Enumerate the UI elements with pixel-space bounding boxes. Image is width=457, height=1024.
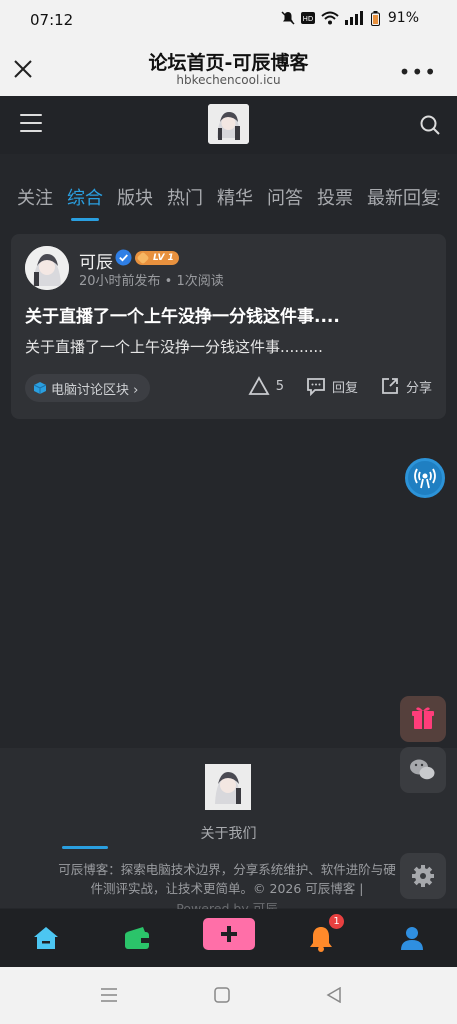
profile-tab[interactable]: [397, 923, 427, 953]
gear-icon: [412, 865, 434, 887]
back-icon[interactable]: [326, 987, 342, 1003]
tabs-more-button[interactable]: :: [436, 188, 441, 204]
comment-icon: [307, 378, 325, 396]
like-button[interactable]: 5: [248, 376, 284, 396]
float-wechat-button[interactable]: [400, 747, 446, 793]
gift-icon: [412, 707, 434, 729]
cube-icon: [33, 382, 47, 394]
tab-follow[interactable]: 关注: [17, 184, 53, 210]
verified-icon: [115, 249, 132, 266]
like-count: 5: [275, 378, 284, 394]
menu-icon[interactable]: [20, 114, 42, 134]
battery-icon: [370, 10, 380, 26]
tab-general-label: 综合: [67, 188, 103, 209]
recent-apps-icon[interactable]: [100, 987, 118, 1003]
wallet-icon: [125, 927, 149, 949]
post-actions: 5 回复 分享: [248, 376, 432, 396]
float-gift-button[interactable]: [400, 696, 446, 742]
site-footer: 关于我们 可辰博客：探索电脑技术边界，分享系统维护、软件进阶与硬件测评实战，让技…: [0, 748, 457, 916]
category-tabs: 关注 综合 版块 热门 精华 问答 投票 最新回复: [17, 184, 453, 221]
avatar[interactable]: [25, 246, 69, 290]
browser-header: 论坛首页-可辰博客 hbkechencool.icu •••: [0, 40, 457, 96]
footer-logo: [205, 764, 251, 810]
wifi-icon: [321, 11, 339, 25]
site-content: 关注 综合 版块 热门 精华 问答 投票 最新回复 : 可辰 LV 1 20小时…: [0, 96, 457, 967]
category-label: 电脑讨论区块 ›: [51, 382, 139, 398]
post-title[interactable]: 关于直播了一个上午没挣一分钱这件事....: [25, 302, 340, 327]
about-us-link[interactable]: 关于我们: [0, 823, 457, 843]
triangle-icon: [248, 376, 270, 395]
page-title: 论坛首页-可辰博客: [148, 52, 309, 74]
system-nav-bar: [0, 967, 457, 1024]
author-avatar-icon: [25, 246, 69, 290]
tab-qa[interactable]: 问答: [267, 184, 303, 210]
footer-logo-icon: [205, 764, 251, 810]
tab-featured[interactable]: 精华: [217, 184, 253, 210]
post-excerpt[interactable]: 关于直播了一个上午没挣一分钱这件事.........: [25, 336, 323, 357]
page-url: hbkechencool.icu: [176, 73, 281, 87]
search-icon[interactable]: [419, 114, 441, 136]
home-nav-icon[interactable]: [214, 987, 230, 1003]
add-post-button[interactable]: [203, 918, 255, 950]
status-bar: 07:12 HD 91%: [0, 0, 457, 40]
share-button[interactable]: 分享: [380, 376, 432, 396]
post-meta: 20小时前发布 • 1次阅读: [79, 274, 224, 289]
signal-icon: [344, 11, 363, 25]
home-icon: [34, 927, 58, 949]
home-tab[interactable]: [31, 923, 61, 953]
level-text: LV 1: [153, 253, 174, 263]
bottom-tabbar: 1: [0, 909, 457, 967]
post-card[interactable]: 可辰 LV 1 20小时前发布 • 1次阅读 关于直播了一个上午没挣一分钱这件事…: [11, 234, 446, 419]
add-icon: [203, 918, 255, 950]
share-label: 分享: [405, 380, 432, 396]
wallet-tab[interactable]: [122, 923, 152, 953]
float-settings-button[interactable]: [400, 853, 446, 899]
float-broadcast-button[interactable]: [405, 458, 445, 498]
logo-avatar-icon: [208, 104, 249, 144]
gem-icon: [136, 251, 150, 265]
battery-level: 91%: [387, 10, 419, 26]
notification-badge: 1: [329, 914, 344, 929]
mute-icon: [281, 11, 295, 25]
tab-active-indicator: [71, 218, 99, 221]
footer-accent-line: [62, 846, 108, 849]
site-header: [0, 96, 457, 154]
status-time: 07:12: [30, 11, 74, 29]
user-icon: [401, 927, 423, 950]
wechat-icon: [410, 759, 435, 780]
site-logo[interactable]: [208, 104, 249, 144]
hd-icon: HD: [300, 12, 315, 24]
broadcast-icon: [414, 468, 436, 489]
tab-general[interactable]: 综合: [67, 184, 103, 221]
status-icons: HD 91%: [281, 10, 419, 26]
tab-hot[interactable]: 热门: [167, 184, 203, 210]
level-badge: LV 1: [135, 251, 179, 265]
svg-text:HD: HD: [303, 15, 314, 23]
reply-label: 回复: [331, 380, 358, 396]
category-tag[interactable]: 电脑讨论区块 ›: [25, 374, 151, 402]
tab-latest-reply[interactable]: 最新回复: [367, 184, 439, 210]
reply-button[interactable]: 回复: [306, 376, 358, 396]
tab-vote[interactable]: 投票: [317, 184, 353, 210]
notifications-tab[interactable]: 1: [306, 914, 344, 953]
footer-description: 可辰博客：探索电脑技术边界，分享系统维护、软件进阶与硬件测评实战，让技术更简单。…: [58, 862, 396, 896]
more-menu-button[interactable]: •••: [399, 60, 437, 84]
tab-boards[interactable]: 版块: [117, 184, 153, 210]
share-icon: [382, 378, 398, 394]
